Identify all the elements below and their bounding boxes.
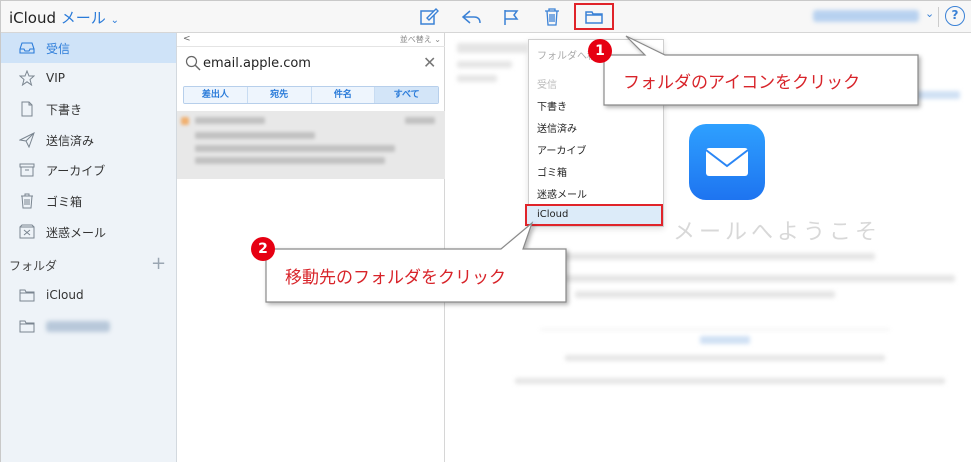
- step-2-badge: 2: [251, 237, 275, 261]
- app-frame: iCloud メール ⌄ ⌄ ? 受信 VIP 下書き 送信済み アーカイブ ゴ…: [0, 0, 971, 462]
- step-1-text: フォルダのアイコンをクリック: [623, 73, 861, 93]
- step-1-badge: 1: [588, 39, 612, 63]
- step-2-text: 移動先のフォルダをクリック: [285, 268, 506, 288]
